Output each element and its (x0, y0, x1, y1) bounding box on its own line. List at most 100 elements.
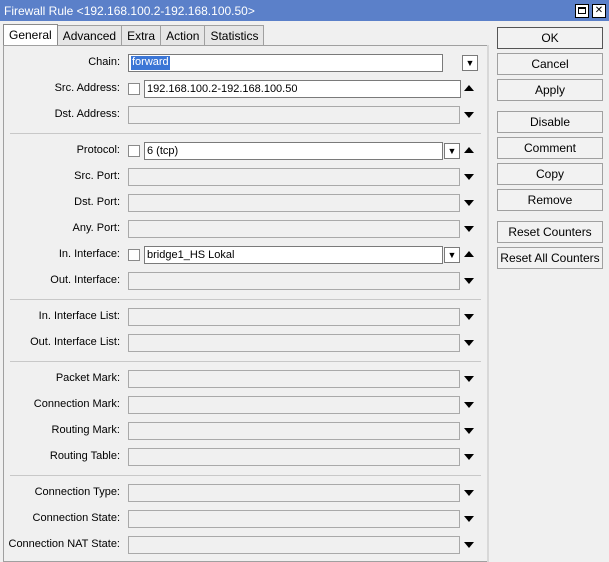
chain-dropdown-icon[interactable]: ▼ (462, 55, 478, 71)
in-interface-row: In. Interface: bridge1_HS Lokal ▼ (4, 246, 487, 264)
connection-nat-state-label: Connection NAT State: (8, 538, 121, 550)
tab-extra[interactable]: Extra (121, 25, 162, 45)
tab-bar: General Advanced Extra Action Statistics (3, 24, 265, 45)
out-interface-list-row: Out. Interface List: (4, 334, 487, 352)
connection-type-expand-icon[interactable] (464, 490, 474, 496)
remove-button[interactable]: Remove (497, 189, 603, 211)
routing-mark-field[interactable] (128, 422, 460, 440)
connection-mark-label: Connection Mark: (33, 398, 120, 410)
src-port-label: Src. Port: (74, 170, 120, 182)
connection-type-field[interactable] (128, 484, 460, 502)
connection-mark-row: Connection Mark: (4, 396, 487, 414)
general-panel: Chain: forward ▼ Src. Address: 192.168.1… (3, 45, 488, 562)
src-address-label: Src. Address: (54, 82, 120, 94)
panel-divider (487, 45, 489, 562)
out-interface-list-field[interactable] (128, 334, 460, 352)
connection-type-label: Connection Type: (34, 486, 120, 498)
connection-mark-expand-icon[interactable] (464, 402, 474, 408)
packet-mark-field[interactable] (128, 370, 460, 388)
dst-port-field[interactable] (128, 194, 460, 212)
maximize-icon[interactable] (575, 3, 589, 18)
connection-state-label: Connection State: (32, 512, 120, 524)
out-interface-list-label: Out. Interface List: (30, 336, 120, 348)
packet-mark-row: Packet Mark: (4, 370, 487, 388)
dst-address-field[interactable] (128, 106, 460, 124)
routing-table-field[interactable] (128, 448, 460, 466)
close-icon[interactable]: ✕ (592, 3, 606, 18)
src-address-collapse-icon[interactable] (464, 85, 474, 91)
connection-nat-state-row: Connection NAT State: (4, 536, 487, 554)
src-address-row: Src. Address: 192.168.100.2-192.168.100.… (4, 80, 487, 98)
tab-statistics[interactable]: Statistics (204, 25, 265, 45)
connection-state-row: Connection State: (4, 510, 487, 528)
packet-mark-expand-icon[interactable] (464, 376, 474, 382)
in-interface-dropdown-icon[interactable]: ▼ (444, 247, 460, 263)
connection-state-field[interactable] (128, 510, 460, 528)
reset-all-counters-button[interactable]: Reset All Counters (497, 247, 603, 269)
separator (10, 299, 481, 300)
tab-action[interactable]: Action (160, 25, 206, 45)
in-interface-list-field[interactable] (128, 308, 460, 326)
chain-row: Chain: forward ▼ (4, 54, 487, 72)
routing-table-expand-icon[interactable] (464, 454, 474, 460)
connection-nat-state-field[interactable] (128, 536, 460, 554)
chain-value: forward (131, 56, 170, 70)
in-interface-list-expand-icon[interactable] (464, 314, 474, 320)
tab-advanced[interactable]: Advanced (56, 25, 123, 45)
dst-port-expand-icon[interactable] (464, 200, 474, 206)
cancel-button[interactable]: Cancel (497, 53, 603, 75)
title-bar: Firewall Rule <192.168.100.2-192.168.100… (0, 0, 609, 21)
tab-general[interactable]: General (3, 24, 58, 45)
src-address-value: 192.168.100.2-192.168.100.50 (147, 83, 298, 95)
window-title: Firewall Rule <192.168.100.2-192.168.100… (4, 3, 255, 18)
protocol-value: 6 (tcp) (147, 145, 179, 157)
connection-type-row: Connection Type: (4, 484, 487, 502)
in-interface-value: bridge1_HS Lokal (147, 249, 235, 261)
out-interface-expand-icon[interactable] (464, 278, 474, 284)
connection-mark-field[interactable] (128, 396, 460, 414)
out-interface-list-expand-icon[interactable] (464, 340, 474, 346)
routing-mark-expand-icon[interactable] (464, 428, 474, 434)
src-port-expand-icon[interactable] (464, 174, 474, 180)
in-interface-list-row: In. Interface List: (4, 308, 487, 326)
routing-mark-label: Routing Mark: (51, 424, 120, 436)
separator (10, 133, 481, 134)
disable-button[interactable]: Disable (497, 111, 603, 133)
in-interface-invert-checkbox[interactable] (128, 249, 140, 261)
reset-counters-button[interactable]: Reset Counters (497, 221, 603, 243)
src-address-field[interactable]: 192.168.100.2-192.168.100.50 (144, 80, 461, 98)
dst-port-row: Dst. Port: (4, 194, 487, 212)
separator (10, 475, 481, 476)
in-interface-collapse-icon[interactable] (464, 251, 474, 257)
routing-table-label: Routing Table: (49, 450, 120, 462)
apply-button[interactable]: Apply (497, 79, 603, 101)
out-interface-label: Out. Interface: (50, 274, 120, 286)
separator (10, 361, 481, 362)
copy-button[interactable]: Copy (497, 163, 603, 185)
out-interface-row: Out. Interface: (4, 272, 487, 290)
out-interface-field[interactable] (128, 272, 460, 290)
in-interface-field[interactable]: bridge1_HS Lokal (144, 246, 443, 264)
src-port-field[interactable] (128, 168, 460, 186)
in-interface-list-label: In. Interface List: (38, 310, 120, 322)
protocol-invert-checkbox[interactable] (128, 145, 140, 157)
protocol-collapse-icon[interactable] (464, 147, 474, 153)
dst-address-row: Dst. Address: (4, 106, 487, 124)
src-port-row: Src. Port: (4, 168, 487, 186)
any-port-expand-icon[interactable] (464, 226, 474, 232)
protocol-field[interactable]: 6 (tcp) (144, 142, 443, 160)
comment-button[interactable]: Comment (497, 137, 603, 159)
chain-label: Chain: (88, 56, 120, 68)
protocol-dropdown-icon[interactable]: ▼ (444, 143, 460, 159)
chain-field[interactable]: forward (128, 54, 443, 72)
any-port-field[interactable] (128, 220, 460, 238)
ok-button[interactable]: OK (497, 27, 603, 49)
packet-mark-label: Packet Mark: (55, 372, 120, 384)
in-interface-label: In. Interface: (58, 248, 120, 260)
connection-nat-state-expand-icon[interactable] (464, 542, 474, 548)
connection-state-expand-icon[interactable] (464, 516, 474, 522)
any-port-row: Any. Port: (4, 220, 487, 238)
src-address-invert-checkbox[interactable] (128, 83, 140, 95)
dst-address-label: Dst. Address: (54, 108, 120, 120)
dst-address-expand-icon[interactable] (464, 112, 474, 118)
